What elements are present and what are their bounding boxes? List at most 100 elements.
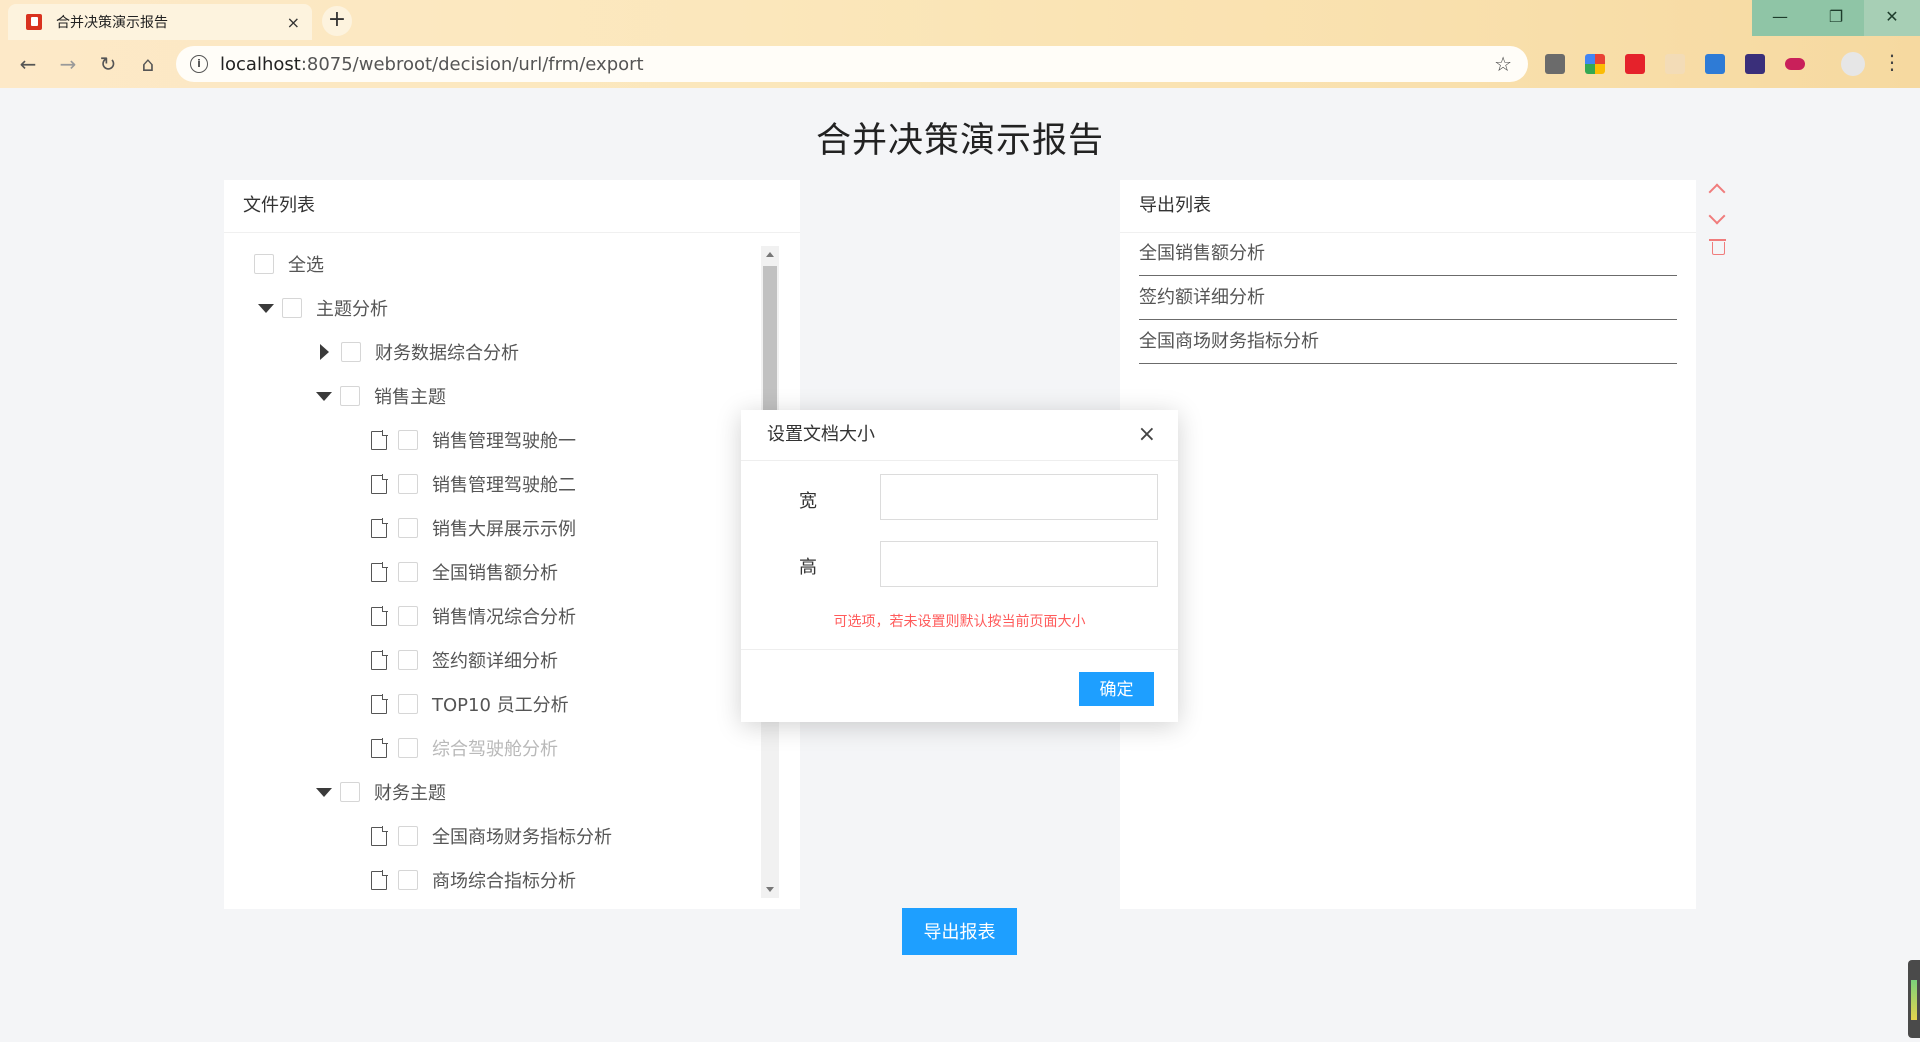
tree-item-file[interactable]: 销售管理驾驶舱一 (371, 418, 576, 462)
ppt-favicon-icon (26, 14, 42, 30)
extension-blue-icon[interactable] (1705, 54, 1725, 74)
tree-item-file[interactable]: 商场综合指标分析 (371, 858, 576, 898)
page-title: 合并决策演示报告 (815, 121, 1104, 161)
tree-item-file[interactable]: 全国商场财务指标分析 (371, 814, 612, 858)
tree-checkbox[interactable] (398, 738, 418, 758)
tree-item-file[interactable]: 销售管理驾驶舱二 (371, 462, 576, 506)
file-tree: 全选 主题分析 财务数据综合分析 销售主题 销售管理驾驶舱一 销售管理驾驶舱二 (224, 242, 784, 898)
tree-item-file[interactable]: TOP10 员工分析 (371, 682, 569, 726)
tree-item-select-all[interactable]: 全选 (254, 242, 324, 286)
tree-checkbox[interactable] (398, 474, 418, 494)
tree-checkbox[interactable] (398, 826, 418, 846)
tree-checkbox[interactable] (340, 386, 360, 406)
tree-item-file-disabled[interactable]: 综合驾驶舱分析 (371, 726, 558, 770)
window-controls: — ❐ ✕ (1752, 0, 1920, 36)
caret-down-icon[interactable] (316, 391, 332, 401)
restore-button[interactable]: ❐ (1808, 0, 1864, 36)
file-icon (371, 518, 388, 538)
tree-checkbox[interactable] (398, 694, 418, 714)
tree-checkbox[interactable] (341, 342, 361, 362)
forward-arrow-icon[interactable]: → (54, 50, 82, 78)
scroll-down-arrow-icon[interactable] (766, 887, 774, 892)
extension-beige-icon[interactable] (1665, 54, 1685, 74)
browser-menu-icon[interactable]: ⋮ (1882, 50, 1902, 74)
url-host: localhost (220, 53, 301, 75)
size-hint-text: 可选项，若未设置则默认按当前页面大小 (833, 614, 1086, 630)
bookmark-star-icon[interactable]: ☆ (1494, 52, 1512, 76)
tree-item-finance-theme[interactable]: 财务主题 (316, 770, 446, 814)
tree-item-finance-data[interactable]: 财务数据综合分析 (316, 330, 519, 374)
tree-item-label: 全国商场财务指标分析 (432, 827, 612, 848)
profile-avatar[interactable] (1841, 52, 1865, 76)
export-list-item[interactable]: 全国商场财务指标分析 (1139, 320, 1677, 364)
height-label: 高 (799, 557, 817, 578)
extension-pink-icon[interactable] (1785, 58, 1805, 70)
browser-chrome: 合并决策演示报告 × + — ❐ ✕ ← → ↻ ⌂ i localhost:8… (0, 0, 1920, 88)
file-icon (371, 606, 388, 626)
caret-right-icon[interactable] (320, 344, 329, 360)
extension-chrome-icon[interactable] (1585, 54, 1605, 74)
tree-item-file[interactable]: 全国销售额分析 (371, 550, 558, 594)
address-bar[interactable]: i localhost:8075/webroot/decision/url/fr… (176, 46, 1528, 82)
navigation-bar: ← → ↻ ⌂ i localhost:8075/webroot/decisio… (0, 44, 1920, 84)
tree-checkbox[interactable] (398, 606, 418, 626)
move-up-icon[interactable] (1708, 183, 1726, 201)
tree-item-label: TOP10 员工分析 (432, 695, 569, 716)
tree-item-label: 销售大屏展示示例 (432, 519, 576, 540)
export-list-item[interactable]: 签约额详细分析 (1139, 276, 1677, 320)
close-window-button[interactable]: ✕ (1864, 0, 1920, 36)
extension-ia-icon[interactable] (1745, 54, 1765, 74)
close-icon[interactable]: × (1138, 410, 1156, 460)
tree-item-label: 全选 (288, 255, 324, 276)
export-list-item[interactable]: 全国销售额分析 (1139, 232, 1677, 276)
tree-item-label: 主题分析 (316, 299, 388, 320)
height-input[interactable] (880, 541, 1158, 587)
tree-checkbox[interactable] (398, 650, 418, 670)
tree-item-file[interactable]: 销售情况综合分析 (371, 594, 576, 638)
tree-checkbox[interactable] (282, 298, 302, 318)
reload-icon[interactable]: ↻ (94, 50, 122, 78)
minimize-button[interactable]: — (1752, 0, 1808, 36)
scroll-up-arrow-icon[interactable] (766, 252, 774, 257)
tree-item-label: 财务数据综合分析 (375, 343, 519, 364)
extension-red-icon[interactable] (1625, 54, 1645, 74)
move-down-icon[interactable] (1708, 207, 1726, 225)
url-text: localhost:8075/webroot/decision/url/frm/… (220, 54, 644, 75)
delete-trash-icon[interactable] (1709, 239, 1726, 255)
dialog-header: 设置文档大小 × (741, 410, 1178, 461)
export-list-header: 导出列表 (1120, 180, 1696, 233)
confirm-button[interactable]: 确定 (1079, 672, 1154, 706)
tab-close-icon[interactable]: × (287, 13, 300, 32)
new-tab-button[interactable]: + (322, 6, 352, 36)
extension-1-icon[interactable] (1545, 54, 1565, 74)
export-report-button[interactable]: 导出报表 (902, 908, 1017, 955)
tree-checkbox[interactable] (398, 518, 418, 538)
tree-checkbox[interactable] (398, 430, 418, 450)
tree-checkbox[interactable] (398, 870, 418, 890)
file-icon (371, 430, 388, 450)
file-icon (371, 870, 388, 890)
dialog-divider (741, 649, 1178, 650)
tree-item-theme-analysis[interactable]: 主题分析 (258, 286, 388, 330)
edge-widget[interactable] (1908, 960, 1920, 1038)
caret-down-icon[interactable] (316, 787, 332, 797)
tree-checkbox[interactable] (340, 782, 360, 802)
tree-item-label: 综合驾驶舱分析 (432, 739, 558, 760)
tree-item-sales-theme[interactable]: 销售主题 (316, 374, 446, 418)
tree-item-file[interactable]: 签约额详细分析 (371, 638, 558, 682)
back-arrow-icon[interactable]: ← (14, 50, 42, 78)
tree-checkbox[interactable] (398, 562, 418, 582)
url-path: :8075/webroot/decision/url/frm/export (300, 53, 644, 75)
tree-item-label: 销售管理驾驶舱二 (432, 475, 576, 496)
file-icon (371, 562, 388, 582)
file-icon (371, 738, 388, 758)
home-icon[interactable]: ⌂ (134, 50, 162, 78)
select-all-checkbox[interactable] (254, 254, 274, 274)
caret-down-icon[interactable] (258, 303, 274, 313)
browser-tab[interactable]: 合并决策演示报告 × (8, 4, 312, 40)
tree-item-file[interactable]: 销售大屏展示示例 (371, 506, 576, 550)
tab-title: 合并决策演示报告 (56, 15, 168, 31)
site-info-icon[interactable]: i (190, 55, 208, 73)
width-input[interactable] (880, 474, 1158, 520)
file-list-header: 文件列表 (224, 180, 800, 233)
